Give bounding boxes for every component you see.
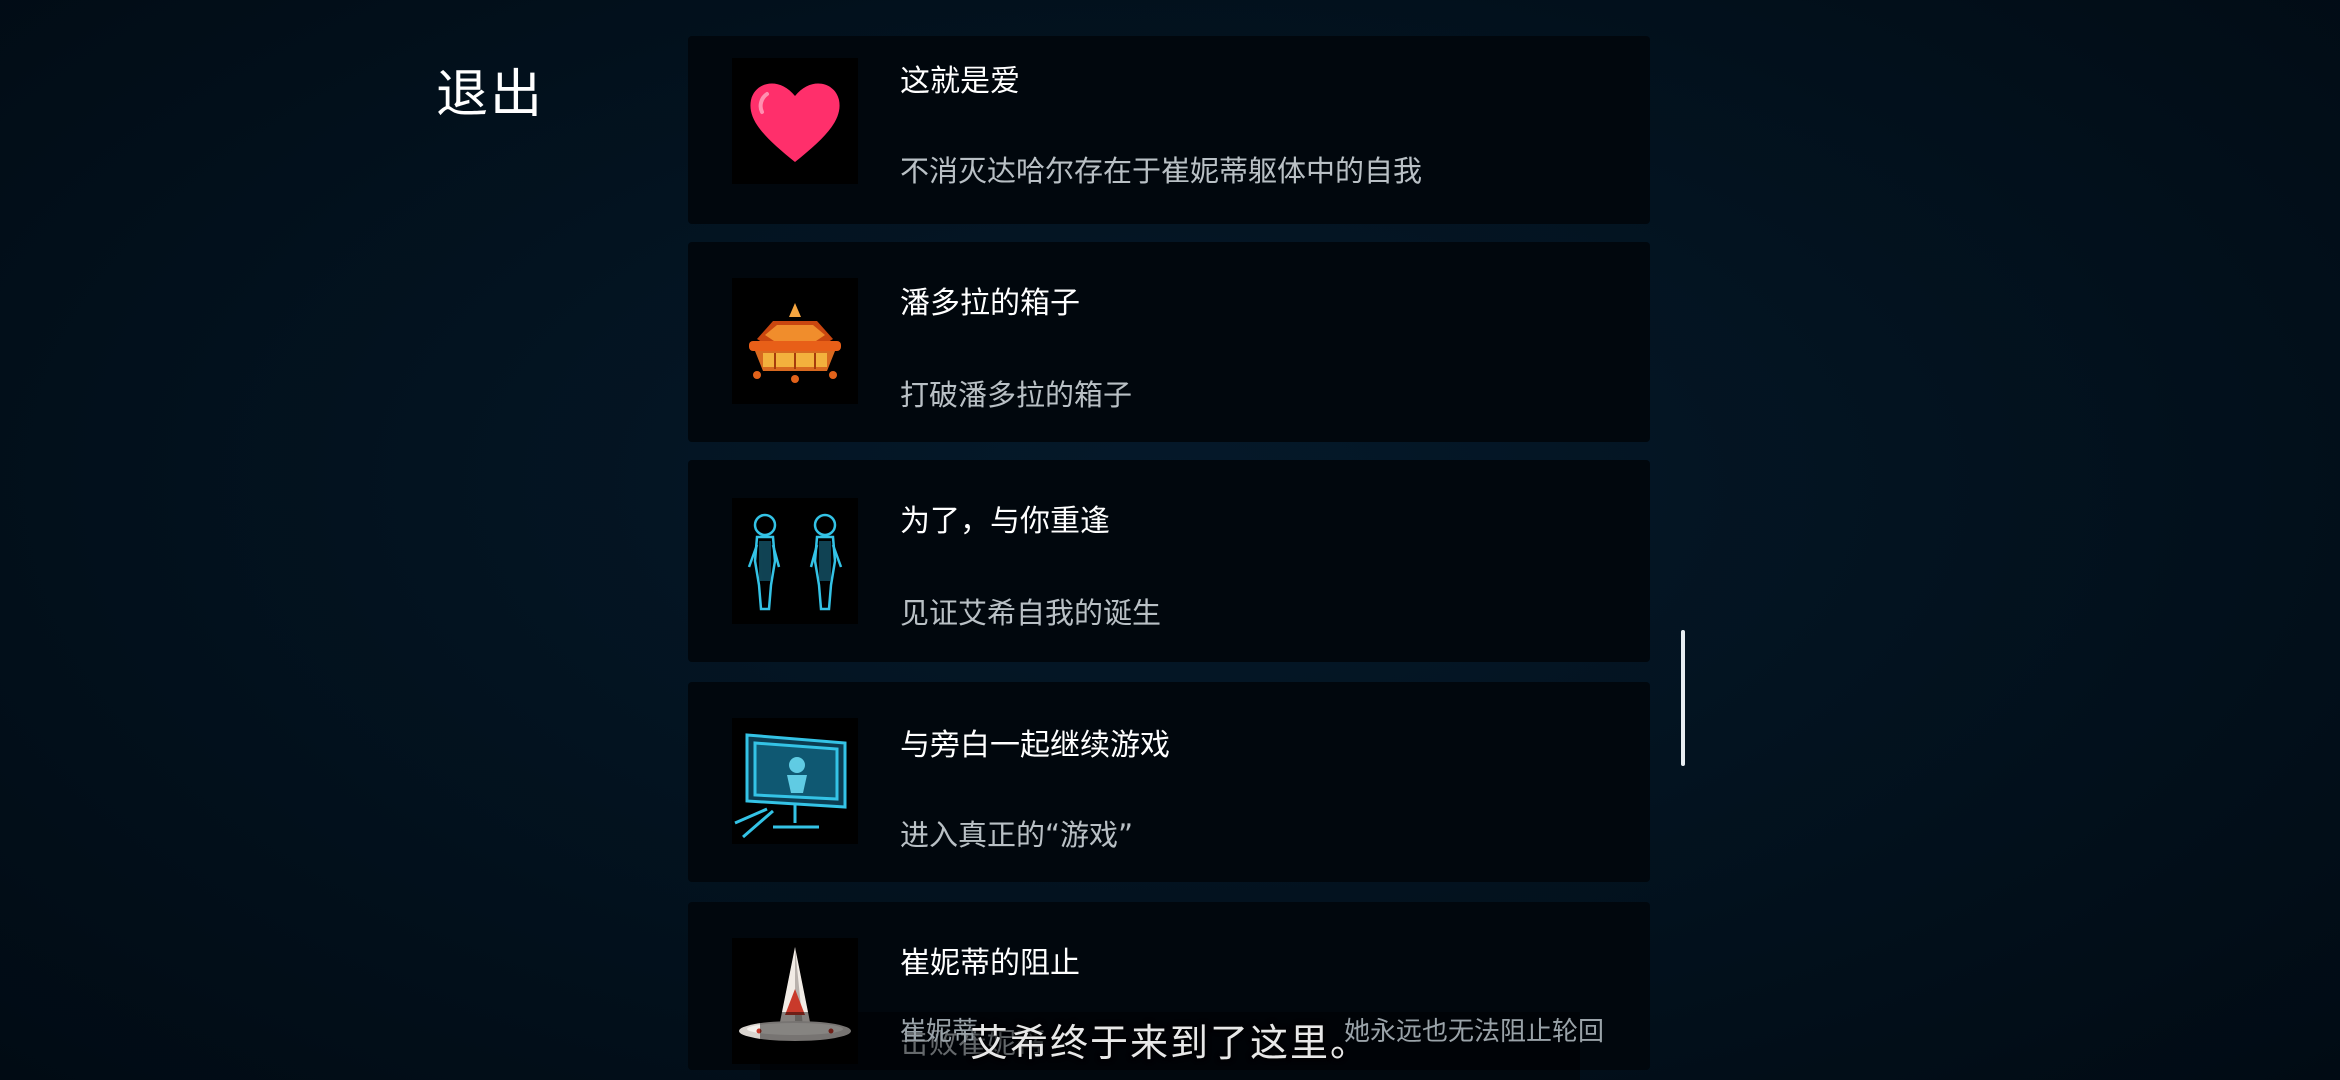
scrollbar-thumb[interactable] — [1681, 630, 1685, 766]
achievement-title: 潘多拉的箱子 — [900, 286, 1080, 321]
achievement-list[interactable]: 这就是爱 不消灭达哈尔存在于崔妮蒂躯体中的自我 潘多拉的箱子 打破潘多拉的箱子 … — [688, 36, 1650, 1080]
dialogue-subtitle: 艾希终于来到了这里。 — [969, 1021, 1370, 1065]
twin-figures-icon — [747, 513, 843, 611]
heart-icon — [750, 83, 840, 162]
exit-button[interactable]: 退出 — [436, 52, 544, 127]
achievement-title: 与旁白一起继续游戏 — [900, 728, 1170, 763]
achievement-card-pandora[interactable]: 潘多拉的箱子 打破潘多拉的箱子 — [688, 242, 1650, 442]
monitor-icon — [734, 733, 847, 839]
achievement-description: 进入真正的“游戏” — [900, 818, 1134, 852]
achievement-icon-frame — [732, 58, 858, 184]
achievement-card-reunion[interactable]: 为了，与你重逢 见证艾希自我的诞生 — [688, 460, 1650, 662]
achievement-icon-frame — [732, 718, 858, 844]
achievement-description: 见证艾希自我的诞生 — [900, 596, 1162, 630]
achievement-title: 崔妮蒂的阻止 — [900, 946, 1080, 981]
box-icon — [749, 303, 841, 383]
achievement-card-narrator[interactable]: 与旁白一起继续游戏 进入真正的“游戏” — [688, 682, 1650, 882]
achievement-title: 为了，与你重逢 — [900, 504, 1110, 539]
achievement-title: 这就是爱 — [900, 64, 1020, 99]
achievement-card-love[interactable]: 这就是爱 不消灭达哈尔存在于崔妮蒂躯体中的自我 — [688, 36, 1650, 224]
achievement-description: 打破潘多拉的箱子 — [900, 378, 1133, 412]
achievement-icon-frame — [732, 498, 858, 624]
achievements-screen: 退出 这就是爱 不消灭达哈尔存在于崔妮蒂躯体中的自我 潘多拉的箱子 打破潘多拉的… — [0, 0, 2340, 1080]
achievement-icon-frame — [732, 278, 858, 404]
achievement-description: 不消灭达哈尔存在于崔妮蒂躯体中的自我 — [900, 154, 1423, 188]
